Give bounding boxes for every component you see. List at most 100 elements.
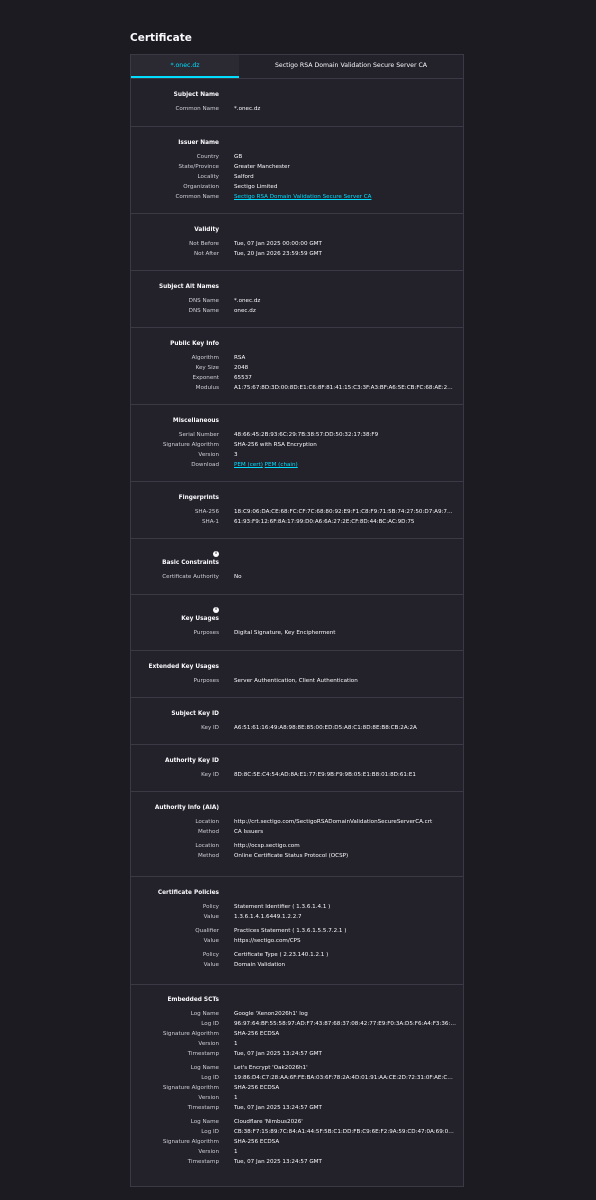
info-row: Signature Algorithm SHA-256 with RSA Enc… bbox=[131, 442, 463, 452]
info-row: Log ID CB:38:F7:15:89:7C:84:A1:44:5F:5B:… bbox=[131, 1129, 463, 1139]
info-row: Timestamp Tue, 07 Jan 2025 13:24:57 GMT bbox=[131, 1159, 463, 1169]
info-row: Algorithm RSA bbox=[131, 355, 463, 365]
row-label: Organization bbox=[183, 184, 219, 190]
row-label: DNS Name bbox=[188, 308, 219, 314]
row-label: Log Name bbox=[190, 1119, 219, 1125]
info-row: Timestamp Tue, 07 Jan 2025 13:24:57 GMT bbox=[131, 1051, 463, 1061]
info-row: Location http://ocsp.sectigo.com bbox=[131, 843, 463, 853]
row-label: Log ID bbox=[201, 1021, 219, 1027]
row-label: Certificate Authority bbox=[162, 574, 219, 580]
row-value: Tue, 07 Jan 2025 00:00:00 GMT bbox=[234, 241, 322, 247]
section-title: Basic Constraints bbox=[162, 560, 219, 566]
info-row: Key ID 8D:8C:5E:C4:54:AD:8A:E1:77:E9:9B:… bbox=[131, 772, 463, 782]
section-title: Validity bbox=[194, 227, 219, 233]
info-row: Not After Tue, 20 Jan 2026 23:59:59 GMT bbox=[131, 251, 463, 261]
info-row: Purposes Server Authentication, Client A… bbox=[131, 678, 463, 688]
row-value: Salford bbox=[234, 174, 254, 180]
row-label: Policy bbox=[202, 952, 219, 958]
issuer-common-name-link[interactable]: Sectigo RSA Domain Validation Secure Ser… bbox=[234, 194, 456, 202]
row-value: 18:C9:06:DA:CE:68:FC:CF:7C:68:80:92:E9:F… bbox=[234, 509, 456, 515]
certificate-card: *.onec.dz Sectigo RSA Domain Validation … bbox=[130, 54, 464, 1187]
certificate-tabs: *.onec.dz Sectigo RSA Domain Validation … bbox=[131, 55, 463, 79]
section-subject-alt-names: Subject Alt Names DNS Name *.onec.dz DNS… bbox=[131, 271, 463, 328]
info-row: Common Name Sectigo RSA Domain Validatio… bbox=[131, 194, 463, 204]
info-row: Key Size 2048 bbox=[131, 365, 463, 375]
section-title: Fingerprints bbox=[178, 495, 219, 501]
info-row: Exponent 65537 bbox=[131, 375, 463, 385]
info-row: Policy Certificate Type ( 2.23.140.1.2.1… bbox=[131, 952, 463, 962]
info-row: Timestamp Tue, 07 Jan 2025 13:24:57 GMT bbox=[131, 1105, 463, 1115]
row-label: Locality bbox=[197, 174, 219, 180]
row-value: 1 bbox=[234, 1095, 238, 1101]
row-value: A6:51:61:16:49:A8:98:8E:85:00:ED:D5:A8:C… bbox=[234, 725, 417, 731]
row-label: Signature Algorithm bbox=[162, 442, 219, 448]
row-label: Value bbox=[203, 914, 219, 920]
section-title: Subject Name bbox=[173, 92, 219, 98]
section-extended-key-usages: Extended Key Usages Purposes Server Auth… bbox=[131, 651, 463, 698]
section-title: Issuer Name bbox=[178, 140, 219, 146]
row-value: Tue, 07 Jan 2025 13:24:57 GMT bbox=[234, 1159, 322, 1165]
row-label: Version bbox=[198, 1041, 219, 1047]
section-title: Embedded SCTs bbox=[167, 997, 219, 1003]
info-row: Modulus A1:75:67:8D:3D:00:8D:E1:C6:8F:81… bbox=[131, 385, 463, 395]
section-title: Authority Key ID bbox=[165, 758, 219, 764]
download-pem-chain-link[interactable]: PEM (chain) bbox=[265, 462, 298, 468]
info-row: Value 1.3.6.1.4.1.6449.1.2.2.7 bbox=[131, 914, 463, 924]
download-pem-cert-link[interactable]: PEM (cert) bbox=[234, 462, 263, 468]
info-row: Log ID 96:97:64:BF:55:58:97:AD:F7:43:87:… bbox=[131, 1021, 463, 1031]
row-label: Algorithm bbox=[191, 355, 219, 361]
row-value: onec.dz bbox=[234, 308, 256, 314]
info-row: Not Before Tue, 07 Jan 2025 00:00:00 GMT bbox=[131, 241, 463, 251]
info-row: Signature Algorithm SHA-256 ECDSA bbox=[131, 1139, 463, 1149]
row-value: No bbox=[234, 574, 242, 580]
info-row: Purposes Digital Signature, Key Encipher… bbox=[131, 630, 463, 640]
info-icon[interactable]: i bbox=[213, 551, 219, 557]
info-row: Signature Algorithm SHA-256 ECDSA bbox=[131, 1031, 463, 1041]
tab-issuer-certificate[interactable]: Sectigo RSA Domain Validation Secure Ser… bbox=[239, 55, 463, 78]
row-label: Exponent bbox=[192, 375, 219, 381]
row-label: Not Before bbox=[189, 241, 219, 247]
row-value: Greater Manchester bbox=[234, 164, 290, 170]
row-value: Tue, 07 Jan 2025 13:24:57 GMT bbox=[234, 1051, 322, 1057]
row-label: Common Name bbox=[175, 106, 219, 112]
section-title: Public Key Info bbox=[170, 341, 219, 347]
row-label: Key ID bbox=[201, 772, 219, 778]
info-row: Version 1 bbox=[131, 1149, 463, 1159]
info-row: Organization Sectigo Limited bbox=[131, 184, 463, 194]
row-value: Let's Encrypt 'Oak2026h1' bbox=[234, 1065, 308, 1071]
info-row: Policy Statement Identifier ( 1.3.6.1.4.… bbox=[131, 904, 463, 914]
info-row: Version 1 bbox=[131, 1041, 463, 1051]
section-public-key-info: Public Key Info Algorithm RSA Key Size 2… bbox=[131, 328, 463, 405]
section-key-usages: i Key Usages Purposes Digital Signature,… bbox=[131, 595, 463, 651]
row-label: Value bbox=[203, 962, 219, 968]
row-value: *.onec.dz bbox=[234, 298, 261, 304]
row-value: Online Certificate Status Protocol (OCSP… bbox=[234, 853, 349, 859]
row-label: Serial Number bbox=[178, 432, 219, 438]
row-value: Domain Validation bbox=[234, 962, 286, 968]
row-label: Version bbox=[198, 1149, 219, 1155]
info-row: Log Name Google 'Xenon2026h1' log bbox=[131, 1011, 463, 1021]
row-value: http://ocsp.sectigo.com bbox=[234, 843, 300, 849]
info-row: Qualifier Practices Statement ( 1.3.6.1.… bbox=[131, 928, 463, 938]
info-icon[interactable]: i bbox=[213, 607, 219, 613]
tab-leaf-certificate[interactable]: *.onec.dz bbox=[131, 55, 239, 78]
row-label: Value bbox=[203, 938, 219, 944]
info-row: Method CA Issuers bbox=[131, 829, 463, 839]
row-value: 3 bbox=[234, 452, 238, 458]
row-label: Log ID bbox=[201, 1129, 219, 1135]
info-row: Value Domain Validation bbox=[131, 962, 463, 972]
info-row: Download PEM (cert) PEM (chain) bbox=[131, 462, 463, 472]
info-row: SHA-256 18:C9:06:DA:CE:68:FC:CF:7C:68:80… bbox=[131, 509, 463, 519]
row-value: 1.3.6.1.4.1.6449.1.2.2.7 bbox=[234, 914, 302, 920]
row-value: 65537 bbox=[234, 375, 252, 381]
row-value: SHA-256 with RSA Encryption bbox=[234, 442, 317, 448]
row-value: Google 'Xenon2026h1' log bbox=[234, 1011, 308, 1017]
row-label: Purposes bbox=[193, 678, 219, 684]
info-row: Log ID 19:86:D4:C7:28:AA:6F:FE:BA:03:6F:… bbox=[131, 1075, 463, 1085]
row-label: Common Name bbox=[175, 194, 219, 200]
section-title: Subject Key ID bbox=[171, 711, 219, 717]
row-label: Location bbox=[195, 843, 219, 849]
row-value: A1:75:67:8D:3D:00:8D:E1:C6:8F:81:41:15:C… bbox=[234, 385, 456, 391]
info-row: Log Name Cloudflare 'Nimbus2026' bbox=[131, 1119, 463, 1129]
row-label: Signature Algorithm bbox=[162, 1139, 219, 1145]
